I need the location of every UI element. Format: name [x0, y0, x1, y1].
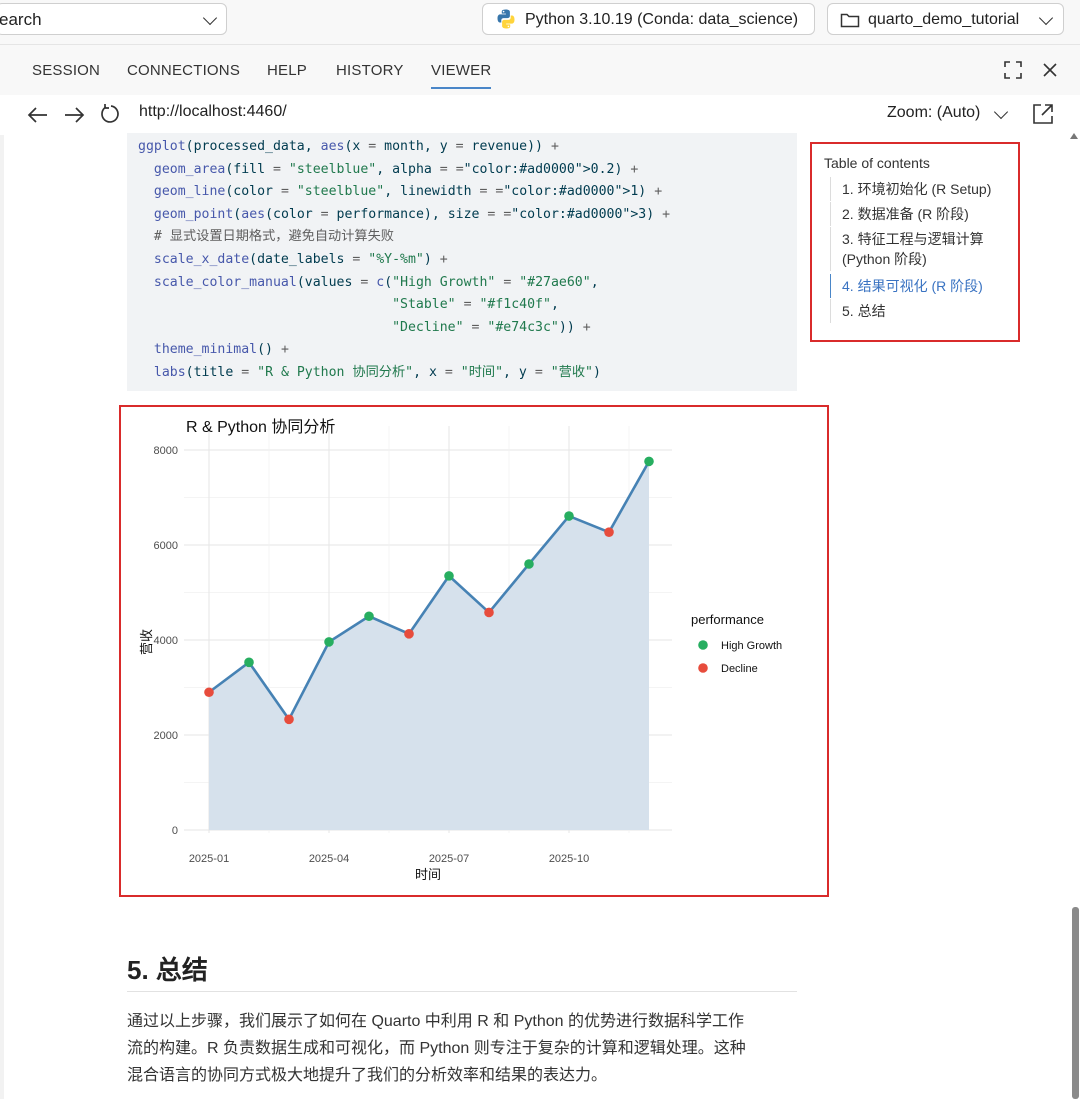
data-point — [604, 527, 614, 537]
back-arrow-icon[interactable] — [27, 105, 49, 125]
toc-item[interactable]: 2. 数据准备 (R 阶段) — [830, 202, 1018, 226]
search-input-text: earch — [0, 10, 42, 29]
chart-container: 0 2000 4000 6000 8000 2025-01 2025-04 2025-07 20… — [119, 405, 829, 897]
pane-tabbar: SESSION CONNECTIONS HELP HISTORY VIEWER — [0, 45, 1080, 95]
data-point — [644, 456, 654, 467]
toc-title: Table of contents — [824, 155, 930, 171]
address-url[interactable]: http://localhost:4460/ — [139, 103, 287, 121]
toc-item[interactable]: 5. 总结 — [830, 299, 1018, 323]
y-tick-label: 8000 — [154, 445, 178, 457]
legend-swatch — [698, 663, 708, 673]
tab-connections[interactable]: CONNECTIONS — [127, 62, 240, 79]
chevron-down-icon — [1038, 10, 1054, 26]
summary-paragraph: 通过以上步骤，我们展示了如何在 Quarto 中利用 R 和 Python 的优… — [127, 1008, 807, 1089]
project-name: quarto_demo_tutorial — [868, 11, 1020, 28]
data-point — [204, 687, 214, 698]
x-tick-label: 2025-10 — [549, 853, 589, 865]
search-input[interactable]: earch — [0, 3, 227, 35]
divider — [127, 991, 797, 992]
table-of-contents: Table of contents 1. 环境初始化 (R Setup) 2. 数… — [810, 142, 1020, 342]
project-selector[interactable]: quarto_demo_tutorial — [827, 3, 1064, 35]
data-point — [444, 571, 454, 581]
python-env-label: Python 3.10.19 (Conda: data_science) — [525, 11, 799, 28]
chart-title: R & Python 协同分析 — [186, 418, 335, 436]
toc-item[interactable]: 1. 环境初始化 (R Setup) — [830, 177, 1018, 201]
legend-title: performance — [691, 612, 764, 627]
code-line: labs(title = "R & Python 协同分析", x = "时间"… — [153, 364, 601, 380]
refresh-icon[interactable] — [100, 103, 122, 125]
data-point — [244, 657, 254, 668]
revenue-chart: 0 2000 4000 6000 8000 2025-01 2025-04 2025-07 20… — [140, 418, 782, 883]
x-tick-label: 2025-04 — [309, 853, 349, 865]
chevron-down-icon — [202, 10, 218, 26]
code-line: geom_line(color = "steelblue", linewidth… — [153, 184, 663, 200]
maximize-icon[interactable] — [1003, 60, 1023, 80]
code-line: scale_color_manual(values = c("High Grow… — [153, 274, 599, 290]
code-block: ggplot(processed_data, aes(x = month, y … — [127, 133, 797, 391]
legend-label: High Growth — [721, 640, 782, 652]
code-line: geom_point(aes(color = performance), siz… — [153, 206, 671, 222]
area-fill — [209, 461, 649, 830]
code-line: scale_x_date(date_labels = "%Y-%m") + — [153, 251, 448, 267]
zoom-selector[interactable]: Zoom: (Auto) — [887, 104, 980, 122]
folder-icon — [840, 13, 860, 28]
left-pane-edge — [0, 95, 4, 1099]
top-toolbar: earch Python 3.10.19 (Conda: data_scienc… — [0, 0, 1080, 45]
data-point — [524, 559, 534, 569]
chevron-down-icon[interactable] — [993, 104, 1009, 120]
open-external-icon[interactable] — [1032, 103, 1054, 125]
summary-line: 流的构建。R 负责数据生成和可视化，而 Python 则专注于复杂的计算和逻辑处… — [127, 1040, 746, 1057]
close-icon[interactable] — [1041, 61, 1059, 79]
code-line: # 显式设置日期格式，避免自动计算失败 — [138, 229, 394, 245]
legend-swatch — [698, 640, 708, 650]
y-tick-label: 4000 — [154, 635, 178, 647]
tab-history[interactable]: HISTORY — [336, 62, 404, 79]
x-tick-label: 2025-07 — [429, 853, 469, 865]
x-tick-label: 2025-01 — [189, 853, 229, 865]
code-line: geom_area(fill = "steelblue", alpha = ="… — [153, 161, 639, 177]
summary-line: 混合语言的协同方式极大地提升了我们的分析效率和结果的表达力。 — [127, 1067, 608, 1084]
tab-viewer[interactable]: VIEWER — [431, 62, 492, 89]
scrollbar-thumb[interactable] — [1072, 907, 1079, 1099]
y-axis-label: 营收 — [140, 629, 155, 655]
data-point — [564, 511, 574, 521]
forward-arrow-icon[interactable] — [63, 105, 85, 125]
y-tick-label: 2000 — [154, 730, 178, 742]
toc-item[interactable]: 4. 结果可视化 (R 阶段) — [830, 274, 1018, 298]
code-line: "Decline" = "#e74c3c")) + — [392, 319, 591, 335]
python-interpreter-selector[interactable]: Python 3.10.19 (Conda: data_science) — [482, 3, 815, 35]
y-tick-label: 0 — [172, 825, 178, 837]
python-icon — [497, 9, 515, 29]
viewer-address-bar: http://localhost:4460/ Zoom: (Auto) — [0, 95, 1080, 135]
toc-item[interactable]: 3. 特征工程与逻辑计算 (Python 阶段) — [830, 227, 1018, 271]
data-point — [364, 611, 374, 622]
code-line: theme_minimal() + — [153, 342, 289, 358]
code-line: ggplot(processed_data, aes(x = month, y … — [138, 139, 559, 154]
data-point — [284, 714, 294, 725]
y-tick-label: 6000 — [154, 540, 178, 552]
data-point — [324, 637, 334, 647]
code-line: "Stable" = "#f1c40f", — [392, 297, 559, 313]
scroll-up-arrow-icon[interactable] — [1069, 132, 1079, 140]
x-axis-label: 时间 — [415, 868, 441, 883]
data-point — [484, 607, 494, 618]
tab-session[interactable]: SESSION — [32, 62, 100, 79]
data-point — [404, 629, 414, 639]
legend-label: Decline — [721, 663, 758, 675]
section-heading: 5. 总结 — [127, 955, 208, 985]
summary-line: 通过以上步骤，我们展示了如何在 Quarto 中利用 R 和 Python 的优… — [127, 1013, 744, 1030]
tab-help[interactable]: HELP — [267, 62, 307, 79]
